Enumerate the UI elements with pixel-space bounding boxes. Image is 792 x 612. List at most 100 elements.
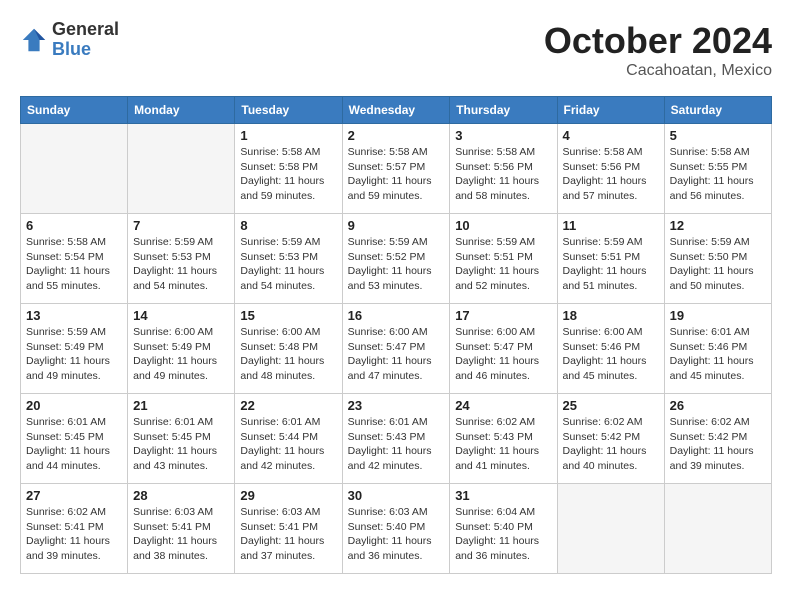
calendar-cell: 19Sunrise: 6:01 AM Sunset: 5:46 PM Dayli… [664,304,771,394]
day-number: 4 [563,128,659,143]
calendar-cell: 1 Sunrise: 5:58 AM Sunset: 5:58 PM Daylig… [235,124,342,214]
page-header: General Blue October 2024 Cacahoatan, Me… [20,20,772,80]
day-info: Sunrise: 6:00 AM Sunset: 5:47 PM Dayligh… [455,325,551,384]
day-number: 21 [133,398,229,413]
calendar-cell: 5Sunrise: 5:58 AM Sunset: 5:55 PM Daylig… [664,124,771,214]
calendar-cell: 6Sunrise: 5:58 AM Sunset: 5:54 PM Daylig… [21,214,128,304]
calendar-cell: 24 Sunrise: 6:02 AM Sunset: 5:43 PM Dayli… [450,394,557,484]
calendar-cell: 30Sunrise: 6:03 AM Sunset: 5:40 PM Dayli… [342,484,450,574]
day-info: Sunrise: 6:02 AM Sunset: 5:42 PM Dayligh… [563,415,659,474]
day-info: Sunrise: 6:02 AM Sunset: 5:42 PM Dayligh… [670,415,766,474]
weekday-header-wednesday: Wednesday [342,97,450,124]
day-number: 10 [455,218,551,233]
calendar-cell: 22Sunrise: 6:01 AM Sunset: 5:44 PM Dayli… [235,394,342,484]
day-number: 12 [670,218,766,233]
day-number: 24 [455,398,551,413]
day-number: 27 [26,488,122,503]
calendar-cell: 7Sunrise: 5:59 AM Sunset: 5:53 PM Daylig… [128,214,235,304]
calendar-cell: 12 Sunrise: 5:59 AM Sunset: 5:50 PM Dayli… [664,214,771,304]
calendar-cell: 18 Sunrise: 6:00 AM Sunset: 5:46 PM Dayli… [557,304,664,394]
day-info: Sunrise: 5:59 AM Sunset: 5:50 PM Dayligh… [670,235,766,294]
logo-general: General [52,20,119,40]
day-info: Sunrise: 5:58 AM Sunset: 5:54 PM Dayligh… [26,235,122,294]
calendar-cell: 21 Sunrise: 6:01 AM Sunset: 5:45 PM Dayli… [128,394,235,484]
day-number: 13 [26,308,122,323]
day-info: Sunrise: 6:01 AM Sunset: 5:43 PM Dayligh… [348,415,445,474]
day-number: 20 [26,398,122,413]
calendar-cell: 26 Sunrise: 6:02 AM Sunset: 5:42 PM Dayli… [664,394,771,484]
logo-text: General Blue [52,20,119,60]
location: Cacahoatan, Mexico [544,62,772,80]
day-number: 17 [455,308,551,323]
calendar-table: SundayMondayTuesdayWednesdayThursdayFrid… [20,96,772,574]
week-row-2: 6Sunrise: 5:58 AM Sunset: 5:54 PM Daylig… [21,214,772,304]
calendar-cell: 27 Sunrise: 6:02 AM Sunset: 5:41 PM Dayli… [21,484,128,574]
day-number: 22 [240,398,336,413]
day-info: Sunrise: 6:01 AM Sunset: 5:46 PM Dayligh… [670,325,766,384]
logo-blue: Blue [52,40,119,60]
calendar-cell: 25 Sunrise: 6:02 AM Sunset: 5:42 PM Dayli… [557,394,664,484]
calendar-cell: 4Sunrise: 5:58 AM Sunset: 5:56 PM Daylig… [557,124,664,214]
calendar-cell: 10Sunrise: 5:59 AM Sunset: 5:51 PM Dayli… [450,214,557,304]
day-info: Sunrise: 6:02 AM Sunset: 5:41 PM Dayligh… [26,505,122,564]
day-number: 11 [563,218,659,233]
day-number: 23 [348,398,445,413]
weekday-header-friday: Friday [557,97,664,124]
day-number: 28 [133,488,229,503]
day-info: Sunrise: 5:59 AM Sunset: 5:52 PM Dayligh… [348,235,445,294]
day-number: 31 [455,488,551,503]
day-info: Sunrise: 5:59 AM Sunset: 5:49 PM Dayligh… [26,325,122,384]
day-number: 25 [563,398,659,413]
weekday-header-tuesday: Tuesday [235,97,342,124]
calendar-cell: 3 Sunrise: 5:58 AM Sunset: 5:56 PM Daylig… [450,124,557,214]
day-info: Sunrise: 6:03 AM Sunset: 5:41 PM Dayligh… [240,505,336,564]
day-info: Sunrise: 6:00 AM Sunset: 5:48 PM Dayligh… [240,325,336,384]
calendar-cell: 17 Sunrise: 6:00 AM Sunset: 5:47 PM Dayli… [450,304,557,394]
day-number: 18 [563,308,659,323]
calendar-cell [664,484,771,574]
week-row-1: 1 Sunrise: 5:58 AM Sunset: 5:58 PM Daylig… [21,124,772,214]
day-info: Sunrise: 6:00 AM Sunset: 5:46 PM Dayligh… [563,325,659,384]
day-info: Sunrise: 5:58 AM Sunset: 5:58 PM Dayligh… [240,145,336,204]
weekday-header-saturday: Saturday [664,97,771,124]
day-info: Sunrise: 6:03 AM Sunset: 5:40 PM Dayligh… [348,505,445,564]
week-row-4: 20 Sunrise: 6:01 AM Sunset: 5:45 PM Dayli… [21,394,772,484]
calendar-cell: 15 Sunrise: 6:00 AM Sunset: 5:48 PM Dayli… [235,304,342,394]
logo: General Blue [20,20,119,60]
day-info: Sunrise: 5:59 AM Sunset: 5:51 PM Dayligh… [563,235,659,294]
calendar-cell: 23 Sunrise: 6:01 AM Sunset: 5:43 PM Dayli… [342,394,450,484]
weekday-header-thursday: Thursday [450,97,557,124]
weekday-header-sunday: Sunday [21,97,128,124]
day-info: Sunrise: 5:58 AM Sunset: 5:57 PM Dayligh… [348,145,445,204]
day-number: 5 [670,128,766,143]
day-number: 29 [240,488,336,503]
title-block: October 2024 Cacahoatan, Mexico [544,20,772,80]
calendar-cell: 9 Sunrise: 5:59 AM Sunset: 5:52 PM Daylig… [342,214,450,304]
day-number: 1 [240,128,336,143]
week-row-5: 27 Sunrise: 6:02 AM Sunset: 5:41 PM Dayli… [21,484,772,574]
calendar-cell [21,124,128,214]
day-info: Sunrise: 6:04 AM Sunset: 5:40 PM Dayligh… [455,505,551,564]
logo-icon [20,26,48,54]
day-info: Sunrise: 6:03 AM Sunset: 5:41 PM Dayligh… [133,505,229,564]
day-number: 26 [670,398,766,413]
day-info: Sunrise: 6:00 AM Sunset: 5:47 PM Dayligh… [348,325,445,384]
week-row-3: 13 Sunrise: 5:59 AM Sunset: 5:49 PM Dayli… [21,304,772,394]
day-number: 3 [455,128,551,143]
day-info: Sunrise: 6:01 AM Sunset: 5:45 PM Dayligh… [133,415,229,474]
day-number: 8 [240,218,336,233]
calendar-cell: 14Sunrise: 6:00 AM Sunset: 5:49 PM Dayli… [128,304,235,394]
day-info: Sunrise: 6:02 AM Sunset: 5:43 PM Dayligh… [455,415,551,474]
weekday-header-monday: Monday [128,97,235,124]
calendar-cell: 28 Sunrise: 6:03 AM Sunset: 5:41 PM Dayli… [128,484,235,574]
day-info: Sunrise: 5:58 AM Sunset: 5:56 PM Dayligh… [455,145,551,204]
day-number: 15 [240,308,336,323]
calendar-cell: 13 Sunrise: 5:59 AM Sunset: 5:49 PM Dayli… [21,304,128,394]
day-number: 7 [133,218,229,233]
calendar-cell: 16Sunrise: 6:00 AM Sunset: 5:47 PM Dayli… [342,304,450,394]
day-number: 9 [348,218,445,233]
calendar-cell: 2Sunrise: 5:58 AM Sunset: 5:57 PM Daylig… [342,124,450,214]
day-info: Sunrise: 6:01 AM Sunset: 5:45 PM Dayligh… [26,415,122,474]
calendar-cell: 31 Sunrise: 6:04 AM Sunset: 5:40 PM Dayli… [450,484,557,574]
calendar-cell: 29 Sunrise: 6:03 AM Sunset: 5:41 PM Dayli… [235,484,342,574]
